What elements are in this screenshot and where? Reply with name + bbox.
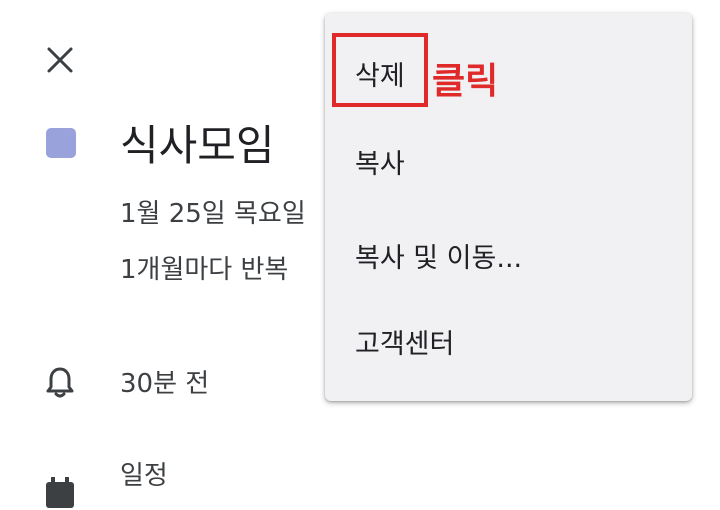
close-button[interactable] (40, 40, 80, 80)
event-color-swatch (46, 128, 76, 158)
close-icon (47, 47, 73, 73)
overflow-menu: 삭제 복사 복사 및 이동... 고객센터 (325, 13, 692, 401)
calendar-name: 일정 (120, 461, 168, 491)
reminder-text: 30분 전 (120, 369, 210, 399)
calendar-icon (46, 477, 74, 508)
event-repeat: 1개월마다 반복 (120, 255, 289, 285)
menu-item-help-center[interactable]: 고객센터 (325, 311, 692, 371)
menu-item-copy[interactable]: 복사 (325, 131, 692, 191)
menu-item-delete[interactable]: 삭제 (325, 43, 692, 103)
bell-icon (46, 367, 74, 398)
menu-item-copy-and-move[interactable]: 복사 및 이동... (325, 225, 692, 285)
annotation-click-label: 클릭 (432, 61, 499, 102)
event-date: 1월 25일 목요일 (120, 199, 306, 229)
event-title: 식사모임 (120, 121, 275, 170)
